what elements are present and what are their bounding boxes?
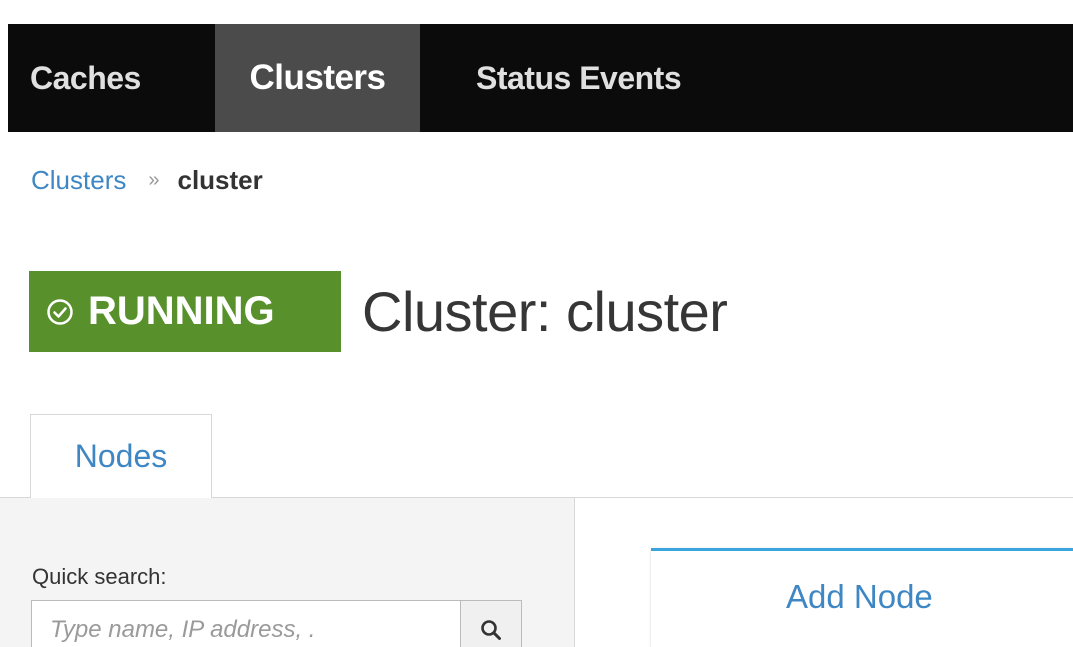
nav-tab-caches[interactable]: Caches: [30, 24, 141, 132]
top-navbar: Caches Clusters Status Events: [8, 24, 1073, 132]
breadcrumb-current: cluster: [177, 164, 263, 195]
breadcrumb: Clusters » cluster: [31, 160, 263, 200]
search-button[interactable]: [460, 600, 522, 647]
search-icon: [481, 620, 501, 640]
page-title: Cluster: cluster: [362, 279, 728, 343]
tab-label: Nodes: [74, 438, 168, 474]
breadcrumb-link-clusters[interactable]: Clusters: [31, 165, 126, 196]
check-circle-icon: [47, 298, 73, 325]
quick-search-label: Quick search:: [32, 564, 167, 589]
page: Caches Clusters Status Events Clusters »…: [0, 0, 1073, 647]
breadcrumb-separator: »: [148, 168, 160, 191]
tab-nodes[interactable]: Nodes: [30, 414, 212, 498]
nav-tab-label: Clusters: [249, 58, 386, 97]
status-label: RUNNING: [88, 289, 275, 333]
add-node-button[interactable]: Add Node: [786, 578, 933, 616]
nav-tab-label: Status Events: [476, 59, 682, 96]
nav-tab-clusters[interactable]: Clusters: [215, 24, 420, 132]
status-badge: RUNNING: [29, 271, 341, 352]
search-input[interactable]: [31, 600, 461, 647]
nav-tab-status-events[interactable]: Status Events: [476, 24, 682, 132]
nav-tab-label: Caches: [30, 59, 141, 96]
